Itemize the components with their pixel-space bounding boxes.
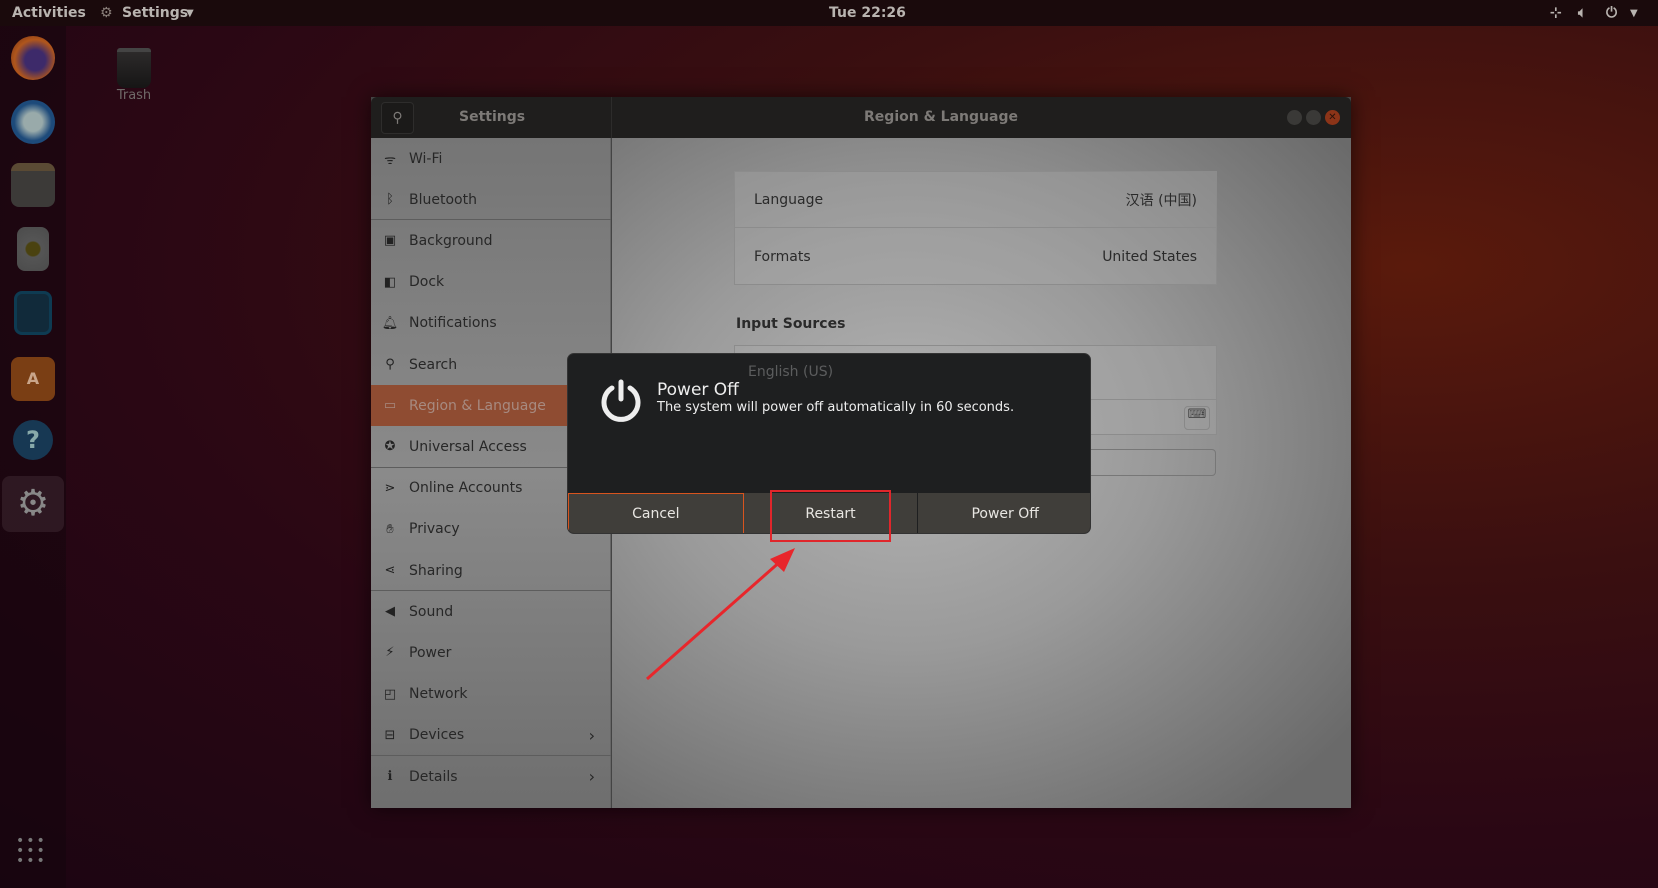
trash-label: Trash <box>116 88 152 103</box>
sidebar-item-label: Region & Language <box>409 397 546 414</box>
top-bar: Activities ⚙ Settings ▼ Tue 22:26 ⊹ 🔈︎ ⏻… <box>0 0 1658 26</box>
settings-icon[interactable]: ⚙ <box>2 476 64 532</box>
network-icon: ◰ <box>383 686 397 702</box>
volume-icon[interactable]: 🔈︎ <box>1578 5 1586 21</box>
dialog-title: Power Off <box>657 380 739 400</box>
chevron-down-icon[interactable]: ▼ <box>1630 8 1638 19</box>
sidebar-item-sound[interactable]: ◀ Sound <box>371 591 611 632</box>
close-button[interactable]: ✕ <box>1325 110 1340 125</box>
network-icon[interactable]: ⊹ <box>1550 5 1562 21</box>
dock: A ? ⚙ ••• ••• ••• <box>0 26 66 888</box>
sidebar-item-label: Dock <box>409 274 445 291</box>
input-sources-heading: Input Sources <box>736 316 846 332</box>
sidebar-item-network[interactable]: ◰ Network <box>371 674 611 715</box>
files-icon[interactable] <box>11 163 55 207</box>
clock[interactable]: Tue 22:26 <box>829 5 906 21</box>
cancel-button[interactable]: Cancel <box>568 493 744 533</box>
annotation-highlight-box <box>770 490 891 542</box>
background-icon: ▣ <box>383 233 397 249</box>
language-label: Language <box>754 191 824 208</box>
sidebar-item-label: Search <box>409 356 458 373</box>
sidebar-item-label: Devices <box>409 727 465 744</box>
trash-desktop-icon[interactable]: Trash <box>116 48 152 103</box>
settings-gear-icon: ⚙ <box>100 5 113 21</box>
wifi-icon: ᯤ <box>384 152 396 168</box>
sidebar-item-dock[interactable]: ◧ Dock <box>371 262 611 303</box>
software-center-icon[interactable]: A <box>11 357 55 401</box>
chevron-right-icon: › <box>588 725 595 745</box>
minimize-button[interactable] <box>1287 110 1302 125</box>
sidebar-item-label: Online Accounts <box>409 480 523 497</box>
grid-icon[interactable]: ••• ••• ••• <box>16 834 47 868</box>
language-formats-list: Language 汉语 (中国) Formats United States <box>734 171 1217 285</box>
sidebar-item-wi-fi[interactable]: ᯤ Wi-Fi <box>371 138 611 179</box>
search-icon: ⚲ <box>385 357 395 372</box>
formats-row[interactable]: Formats United States <box>735 228 1216 285</box>
dialog-message: The system will power off automatically … <box>657 400 1015 415</box>
sidebar-item-label: Notifications <box>409 315 497 332</box>
libreoffice-writer-icon[interactable] <box>14 291 52 335</box>
maximize-button[interactable] <box>1306 110 1321 125</box>
sidebar-title: Settings <box>459 109 526 125</box>
sidebar-item-label: Details <box>409 768 458 785</box>
sidebar-item-label: Sound <box>409 603 454 620</box>
online-accounts-icon: ⋗ <box>384 480 396 496</box>
sidebar-item-label: Universal Access <box>409 438 527 455</box>
firefox-icon[interactable] <box>11 36 55 80</box>
keyboard-icon[interactable]: ⌨ <box>1184 406 1210 430</box>
sidebar-item-label: Background <box>409 232 493 249</box>
bluetooth-icon: ᛒ <box>386 192 394 208</box>
thunderbird-icon[interactable] <box>11 100 55 144</box>
speaker-icon: ◀ <box>385 604 395 620</box>
bell-icon: 🔔︎ <box>381 315 399 331</box>
info-icon: ℹ <box>387 769 393 784</box>
sidebar-item-notifications[interactable]: 🔔︎ Notifications <box>371 303 611 344</box>
sidebar-item-label: Sharing <box>409 562 463 579</box>
header-bar: ⚲ Settings Region & Language ✕ <box>371 97 1351 138</box>
sidebar-item-details[interactable]: ℹ Details › <box>371 756 611 797</box>
sidebar-item-label: Power <box>409 644 452 661</box>
accessibility-icon: ✪ <box>384 439 396 455</box>
sidebar-item-background[interactable]: ▣ Background <box>371 220 611 261</box>
sidebar-item-power[interactable]: ⚡︎ Power <box>371 632 611 673</box>
sidebar-item-label: Wi-Fi <box>409 150 443 167</box>
sidebar-item-sharing[interactable]: ⋖ Sharing <box>371 550 611 591</box>
dock-icon: ◧ <box>383 274 397 290</box>
flag-icon: ▭ <box>383 398 397 414</box>
sidebar-item-label: Bluetooth <box>409 191 477 208</box>
hand-icon: ✋︎ <box>386 521 394 537</box>
sidebar-item-label: Network <box>409 686 468 703</box>
chevron-right-icon: › <box>588 767 595 786</box>
power-off-button[interactable]: Power Off <box>918 493 1090 533</box>
language-row[interactable]: Language 汉语 (中国) <box>735 172 1216 228</box>
sidebar-item-label: Privacy <box>409 521 460 538</box>
formats-value: United States <box>1102 248 1197 265</box>
chevron-down-icon: ▼ <box>186 8 194 19</box>
power-icon[interactable]: ⏻ <box>1606 5 1617 21</box>
rhythmbox-icon[interactable] <box>17 227 49 271</box>
power-plug-icon: ⚡︎ <box>385 645 395 661</box>
activities-button[interactable]: Activities <box>12 5 86 21</box>
help-icon[interactable]: ? <box>13 420 53 460</box>
sidebar-item-devices[interactable]: ⊟ Devices › <box>371 715 611 756</box>
window-title: Region & Language <box>864 109 1018 125</box>
power-icon <box>601 379 641 422</box>
app-menu[interactable]: Settings <box>122 5 188 21</box>
formats-label: Formats <box>754 248 811 265</box>
sidebar-item-bluetooth[interactable]: ᛒ Bluetooth <box>371 179 611 220</box>
trash-icon <box>117 48 151 88</box>
devices-icon: ⊟ <box>384 727 396 743</box>
search-button[interactable]: ⚲ <box>381 102 414 134</box>
language-value: 汉语 (中国) <box>1125 192 1197 209</box>
input-source-label: English (US) <box>748 364 834 380</box>
share-icon: ⋖ <box>384 563 396 578</box>
